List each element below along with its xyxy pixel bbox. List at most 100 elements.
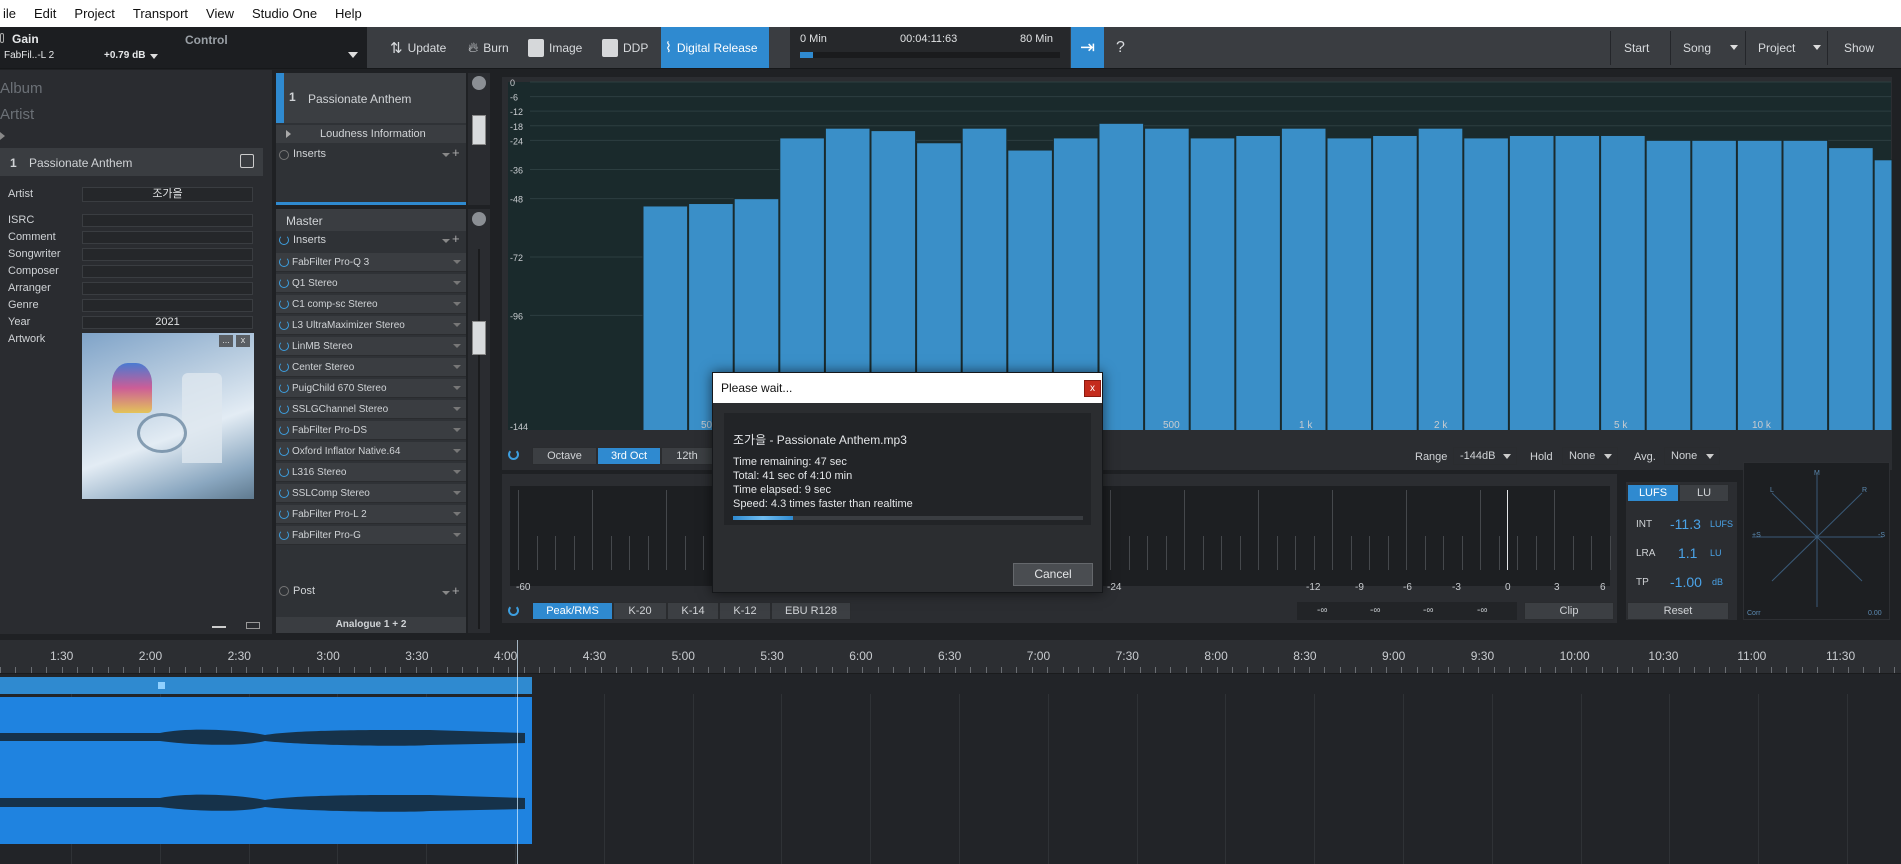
meter-mode-k12[interactable]: K-12 [719, 602, 771, 620]
insert-dropdown-icon[interactable] [453, 470, 461, 474]
master-pan-knob-icon[interactable] [472, 212, 486, 226]
audio-clip[interactable] [0, 697, 532, 844]
spectrum-power-icon[interactable] [508, 449, 519, 463]
menu-transport[interactable]: Transport [124, 6, 197, 21]
master-fader-handle[interactable] [472, 321, 486, 355]
loudness-info-row[interactable]: Loudness Information [276, 125, 466, 143]
arranger-input[interactable] [82, 282, 253, 295]
gain-dropdown-icon[interactable] [150, 54, 158, 59]
dialog-close-button[interactable]: x [1084, 380, 1101, 397]
master-insert-slot[interactable]: SSLGChannel Stereo [276, 400, 466, 419]
project-button[interactable]: Project [1758, 27, 1795, 68]
project-dropdown-icon[interactable] [1813, 45, 1821, 50]
track-header[interactable]: 1 Passionate Anthem [0, 148, 263, 176]
update-button[interactable]: ⇅ Update [390, 27, 446, 68]
year-input[interactable]: 2021 [82, 316, 253, 329]
insert-dropdown-icon[interactable] [453, 281, 461, 285]
master-insert-slot[interactable]: C1 comp-sc Stereo [276, 295, 466, 314]
menu-project[interactable]: Project [65, 6, 123, 21]
comment-input[interactable] [82, 231, 253, 244]
menu-edit[interactable]: Edit [25, 6, 65, 21]
master-insert-slot[interactable]: FabFilter Pro-L 2 [276, 505, 466, 524]
minimize-icon[interactable] [212, 626, 226, 628]
insert-power-icon[interactable] [279, 446, 289, 456]
master-insert-slot[interactable]: FabFilter Pro-DS [276, 421, 466, 440]
insert-power-icon[interactable] [279, 509, 289, 519]
album-field[interactable]: Album [0, 80, 43, 97]
master-insert-slot[interactable]: Q1 Stereo [276, 274, 466, 293]
insert-dropdown-icon[interactable] [453, 428, 461, 432]
artwork-image[interactable]: ... x [82, 333, 254, 499]
insert-dropdown-icon[interactable] [453, 344, 461, 348]
insert-dropdown-icon[interactable] [453, 323, 461, 327]
master-insert-slot[interactable]: L3 UltraMaximizer Stereo [276, 316, 466, 335]
insert-power-icon[interactable] [279, 383, 289, 393]
image-button[interactable]: Image [528, 27, 582, 68]
avg-select[interactable]: None [1664, 447, 1720, 465]
restore-icon[interactable] [246, 622, 260, 629]
master-insert-slot[interactable]: PuigChild 670 Stereo [276, 379, 466, 398]
meter-power-icon[interactable] [508, 605, 519, 619]
dialog-cancel-button[interactable]: Cancel [1013, 563, 1093, 586]
gain-value[interactable]: +0.79 dB [104, 50, 145, 61]
burn-button[interactable]: 🔥︎ Burn [468, 27, 509, 68]
composer-input[interactable] [82, 265, 253, 278]
meter-mode-k14[interactable]: K-14 [667, 602, 719, 620]
artist-input[interactable]: 조가을 [82, 187, 253, 202]
time-progress-bar[interactable] [800, 52, 1060, 58]
insert-dropdown-icon[interactable] [453, 407, 461, 411]
track-inserts-power-icon[interactable] [279, 150, 289, 160]
master-output-select[interactable]: Analogue 1 + 2 [276, 617, 466, 633]
menu-studio-one[interactable]: Studio One [243, 6, 326, 21]
meter-mode-peak-rms[interactable]: Peak/RMS [532, 602, 613, 620]
insert-power-icon[interactable] [279, 362, 289, 372]
clip-header[interactable] [0, 677, 532, 694]
insert-power-icon[interactable] [279, 299, 289, 309]
master-insert-slot[interactable]: LinMB Stereo [276, 337, 466, 356]
insert-power-icon[interactable] [279, 467, 289, 477]
insert-power-icon[interactable] [279, 488, 289, 498]
master-insert-slot[interactable]: FabFilter Pro-Q 3 [276, 253, 466, 272]
insert-power-icon[interactable] [279, 341, 289, 351]
track-inserts-header[interactable]: Inserts + [276, 145, 466, 163]
song-dropdown-icon[interactable] [1730, 45, 1738, 50]
start-button[interactable]: Start [1624, 27, 1649, 68]
track-channel-header[interactable]: 1 Passionate Anthem [276, 73, 466, 123]
edit-note-icon[interactable] [240, 154, 254, 168]
track-inserts-add-icon[interactable]: + [452, 145, 460, 160]
expand-arrow-icon[interactable] [0, 132, 5, 140]
master-insert-slot[interactable]: L316 Stereo [276, 463, 466, 482]
insert-dropdown-icon[interactable] [453, 449, 461, 453]
lufs-button[interactable]: LUFS [1627, 484, 1679, 502]
artwork-close-button[interactable]: x [236, 335, 250, 347]
insert-power-icon[interactable] [279, 257, 289, 267]
gain-control-box[interactable]: Gain Control FabFil..-L 2 +0.79 dB [0, 27, 367, 68]
isrc-input[interactable] [82, 214, 253, 227]
menu-help[interactable]: Help [326, 6, 371, 21]
digital-release-button[interactable]: ⌇ Digital Release [661, 27, 769, 68]
track-inserts-dropdown-icon[interactable] [442, 153, 450, 157]
master-header[interactable]: Master [276, 209, 466, 231]
meter-mode-ebu-r128[interactable]: EBU R128 [771, 602, 851, 620]
export-arrow-button[interactable]: ⇥ [1071, 27, 1104, 68]
insert-dropdown-icon[interactable] [453, 302, 461, 306]
show-button[interactable]: Show [1844, 27, 1874, 68]
post-power-icon[interactable] [279, 586, 289, 596]
master-insert-slot[interactable]: FabFilter Pro-G [276, 526, 466, 545]
song-button[interactable]: Song [1683, 27, 1711, 68]
control-dropdown-icon[interactable] [348, 52, 358, 58]
post-dropdown-icon[interactable] [442, 591, 450, 595]
help-button[interactable]: ? [1116, 27, 1125, 68]
insert-dropdown-icon[interactable] [453, 533, 461, 537]
mode-12th-button[interactable]: 12th [661, 447, 713, 465]
reset-button[interactable]: Reset [1627, 602, 1729, 620]
lu-button[interactable]: LU [1679, 484, 1729, 502]
menu-file[interactable]: ile [0, 6, 25, 21]
clip-fade-handle[interactable] [158, 682, 165, 689]
master-inserts-header[interactable]: Inserts + [276, 231, 466, 249]
range-select[interactable]: -144dB [1453, 447, 1517, 465]
insert-power-icon[interactable] [279, 425, 289, 435]
playhead[interactable] [517, 640, 518, 864]
insert-dropdown-icon[interactable] [453, 512, 461, 516]
master-insert-slot[interactable]: SSLComp Stereo [276, 484, 466, 503]
